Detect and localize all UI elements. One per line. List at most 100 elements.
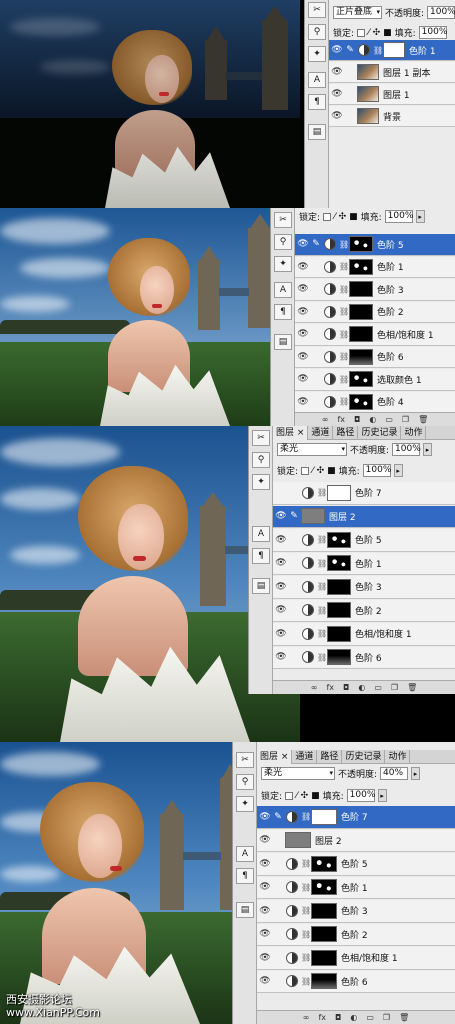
brush-tool-icon[interactable]: ✂: [308, 2, 326, 18]
link-icon[interactable]: ⛓: [339, 307, 349, 316]
layer-row[interactable]: 👁 ⛓ 色阶 3: [257, 900, 455, 923]
layer-thumbnail[interactable]: [327, 649, 351, 666]
notes-icon[interactable]: ▤: [252, 578, 270, 594]
eye-icon[interactable]: 👁: [257, 906, 273, 916]
trash-icon[interactable]: 🗑: [418, 415, 428, 424]
layer-thumbnail[interactable]: [327, 602, 351, 619]
eye-icon[interactable]: 👁: [295, 239, 311, 249]
lock-transparency-icon[interactable]: [301, 466, 310, 475]
eye-icon[interactable]: 👁: [257, 882, 273, 892]
eye-icon[interactable]: 👁: [295, 307, 311, 317]
layer-row[interactable]: 👁 ✎ ⛓ 色阶 5: [295, 234, 455, 256]
eye-icon[interactable]: 👁: [257, 953, 273, 963]
link-icon[interactable]: ⛓: [339, 375, 349, 384]
group-folder-icon[interactable]: ▭: [366, 1013, 374, 1022]
eye-icon[interactable]: 👁: [257, 929, 273, 939]
eye-icon[interactable]: 👁: [295, 262, 311, 272]
eye-icon[interactable]: 👁: [257, 859, 273, 869]
layer-row[interactable]: 👁⛓色阶 7: [273, 482, 455, 505]
layer-row[interactable]: 👁 ⛓ 色阶 6: [295, 346, 455, 368]
fill-input[interactable]: 100%: [362, 464, 391, 477]
adjustment-icon[interactable]: ◐: [350, 1013, 357, 1022]
trash-icon[interactable]: 🗑: [407, 683, 417, 692]
layer-row[interactable]: 👁 ⛓ 色阶 5: [257, 853, 455, 876]
link-icon[interactable]: ∞: [303, 1013, 310, 1022]
layer-thumbnail[interactable]: [327, 555, 351, 572]
layer-thumbnail[interactable]: [301, 508, 325, 525]
layer-row[interactable]: 👁 ⛓ 色相/饱和度 1: [295, 324, 455, 346]
layer-thumbnail[interactable]: [349, 393, 373, 410]
layer-row[interactable]: 👁 ✎ ⛓ 色阶 7: [257, 806, 455, 829]
layer-thumbnail[interactable]: [327, 578, 351, 595]
lock-all-icon[interactable]: ■: [327, 466, 336, 476]
fx-icon[interactable]: fx: [318, 1013, 326, 1022]
layer-thumbnail[interactable]: [349, 281, 373, 298]
panel-tab[interactable]: 历史记录: [358, 426, 402, 440]
layer-row[interactable]: 👁 ⛓ 色阶 6: [257, 970, 455, 993]
link-icon[interactable]: ⛓: [301, 859, 311, 868]
layer-row[interactable]: 👁 ⛓ 色相/饱和度 1: [273, 623, 455, 646]
layer-row[interactable]: 👁 ✎ 图层 2: [273, 505, 455, 528]
history-brush-icon[interactable]: ✦: [274, 256, 292, 272]
notes-icon[interactable]: ▤: [274, 334, 292, 350]
eye-icon[interactable]: 👁: [329, 45, 345, 55]
lock-move-icon[interactable]: ✣: [317, 466, 325, 476]
link-icon[interactable]: ⛓: [301, 977, 311, 986]
layer-thumbnail[interactable]: [349, 258, 373, 275]
layer-row[interactable]: 👁 ⛓ 选取颜色 1: [295, 369, 455, 391]
layer-thumbnail[interactable]: [311, 902, 337, 919]
lock-move-icon[interactable]: ✣: [339, 212, 347, 222]
mask-icon[interactable]: ◘: [335, 1013, 341, 1022]
layer-row[interactable]: 👁 图层 2: [257, 829, 455, 852]
layer-thumbnail[interactable]: [357, 86, 379, 102]
blend-mode-select[interactable]: 柔光 ▾: [277, 443, 347, 456]
link-icon[interactable]: ⛓: [339, 352, 349, 361]
link-icon[interactable]: ∞: [311, 683, 318, 692]
trash-icon[interactable]: 🗑: [399, 1013, 409, 1022]
mask-icon[interactable]: ◘: [343, 683, 349, 692]
layer-thumbnail[interactable]: [349, 348, 373, 365]
new-layer-icon[interactable]: ❐: [391, 683, 398, 692]
link-icon[interactable]: ⛓: [301, 812, 311, 821]
link-icon[interactable]: ⛓: [317, 559, 327, 568]
lock-all-icon[interactable]: ■: [311, 791, 320, 801]
blend-mode-select[interactable]: 柔光 ▾: [261, 767, 335, 780]
layer-thumbnail[interactable]: [311, 973, 337, 990]
fill-input[interactable]: 100%: [346, 789, 375, 802]
eye-icon[interactable]: 👁: [295, 352, 311, 362]
link-icon[interactable]: ⛓: [301, 906, 311, 915]
layer-row[interactable]: 👁 图层 1: [329, 84, 455, 105]
chevron-right-icon[interactable]: ▸: [377, 789, 387, 802]
paragraph-icon[interactable]: ¶: [274, 304, 292, 320]
layer-thumbnail[interactable]: [327, 625, 351, 642]
history-brush-icon[interactable]: ✦: [252, 474, 270, 490]
link-icon[interactable]: ⛓: [301, 883, 311, 892]
layer-row[interactable]: 👁 ⛓ 色阶 1: [295, 256, 455, 278]
link-icon[interactable]: ⛓: [317, 606, 327, 615]
link-icon[interactable]: ⛓: [339, 397, 349, 406]
layer-row[interactable]: 👁 ⛓ 色阶 2: [257, 923, 455, 946]
brush-tool-icon[interactable]: ✂: [252, 430, 270, 446]
fx-icon[interactable]: fx: [326, 683, 334, 692]
fx-icon[interactable]: fx: [337, 415, 345, 424]
lock-move-icon[interactable]: ✣: [301, 791, 309, 801]
panel-tab[interactable]: 通道: [292, 750, 318, 764]
link-icon[interactable]: ⛓: [339, 285, 349, 294]
eye-icon[interactable]: 👁: [257, 835, 273, 845]
layer-row[interactable]: 👁 ⛓ 色阶 3: [295, 279, 455, 301]
eye-icon[interactable]: 👁: [257, 812, 273, 822]
brush-tool-icon[interactable]: ✂: [274, 212, 292, 228]
eye-icon[interactable]: 👁: [329, 111, 345, 121]
eye-icon[interactable]: 👁: [273, 652, 289, 662]
link-icon[interactable]: ⛓: [317, 653, 327, 662]
panel-tab[interactable]: 图层 ×: [257, 750, 293, 764]
stamp-tool-icon[interactable]: ⚲: [236, 774, 254, 790]
eye-icon[interactable]: 👁: [295, 284, 311, 294]
opacity-input[interactable]: 100%: [427, 6, 455, 19]
eye-icon[interactable]: 👁: [329, 67, 345, 77]
eye-icon[interactable]: 👁: [273, 511, 289, 521]
layer-row[interactable]: 👁 图层 1 副本: [329, 62, 455, 83]
eye-icon[interactable]: 👁: [273, 605, 289, 615]
layer-row[interactable]: 👁 ⛓ 色阶 1: [257, 876, 455, 899]
stamp-tool-icon[interactable]: ⚲: [308, 24, 326, 40]
